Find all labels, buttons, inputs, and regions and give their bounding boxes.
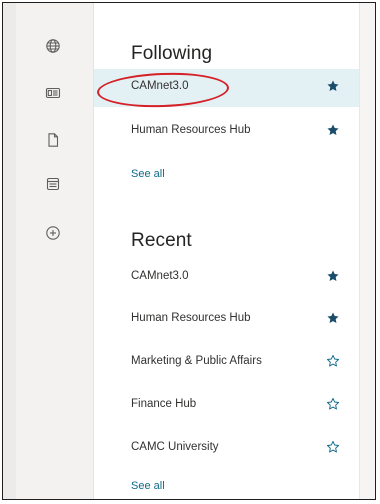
star-outline-icon[interactable] (326, 397, 342, 413)
recent-item-label: CAMC University (131, 441, 219, 453)
recent-item-hr-hub[interactable]: Human Resources Hub (94, 301, 359, 339)
recent-item-camc-university[interactable]: CAMC University (94, 430, 359, 468)
recent-see-all-link[interactable]: See all (131, 480, 165, 492)
recent-item-finance-hub[interactable]: Finance Hub (94, 387, 359, 425)
list-icon[interactable] (44, 175, 62, 193)
following-item-label: CAMnet3.0 (131, 80, 189, 92)
nav-rail (16, 3, 94, 499)
star-outline-icon[interactable] (326, 440, 342, 456)
recent-item-label: Finance Hub (131, 398, 197, 410)
left-edge-strip (3, 3, 16, 499)
following-title: Following (131, 43, 213, 64)
star-filled-icon[interactable] (326, 311, 342, 327)
recent-item-label: CAMnet3.0 (131, 270, 189, 282)
recent-item-camnet[interactable]: CAMnet3.0 (94, 259, 359, 297)
right-edge-strip (359, 3, 375, 499)
recent-item-label: Marketing & Public Affairs (131, 355, 262, 367)
star-filled-icon[interactable] (326, 123, 342, 139)
star-filled-icon[interactable] (326, 79, 342, 95)
sites-panel: Following CAMnet3.0 Human Resources Hub … (94, 3, 359, 499)
star-outline-icon[interactable] (326, 354, 342, 370)
recent-item-label: Human Resources Hub (131, 312, 251, 324)
following-see-all-link[interactable]: See all (131, 168, 165, 180)
star-filled-icon[interactable] (326, 269, 342, 285)
following-item-camnet[interactable]: CAMnet3.0 (94, 69, 359, 107)
recent-item-marketing[interactable]: Marketing & Public Affairs (94, 344, 359, 382)
document-icon[interactable] (44, 131, 62, 149)
add-circle-icon[interactable] (44, 224, 62, 242)
recent-title: Recent (131, 230, 192, 251)
news-icon[interactable] (44, 84, 62, 102)
sharepoint-panel-frame: Following CAMnet3.0 Human Resources Hub … (2, 2, 376, 500)
following-item-label: Human Resources Hub (131, 124, 251, 136)
following-item-hr-hub[interactable]: Human Resources Hub (94, 113, 359, 151)
globe-icon[interactable] (44, 37, 62, 55)
